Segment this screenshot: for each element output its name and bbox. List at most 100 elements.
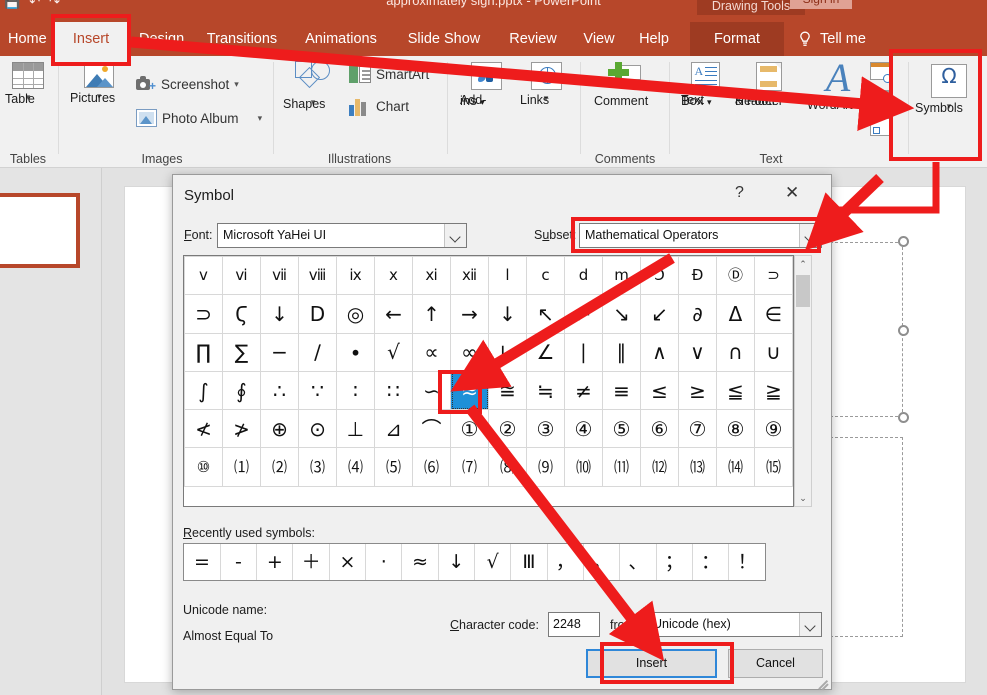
- symbol-cell[interactable]: ⅶ: [260, 255, 299, 296]
- symbol-cell[interactable]: ∣: [564, 332, 603, 372]
- symbol-cell[interactable]: ∏: [184, 332, 223, 372]
- symbol-cell[interactable]: ⅴ: [184, 255, 223, 296]
- symbol-cell[interactable]: ⒀: [678, 447, 717, 487]
- chart-button[interactable]: Chart: [349, 96, 409, 116]
- symbol-cell[interactable]: ⅵ: [222, 255, 261, 296]
- symbol-cell[interactable]: ∮: [222, 370, 261, 411]
- recent-symbol-cell[interactable]: Ⅲ: [510, 544, 548, 580]
- symbol-cell[interactable]: ④: [564, 409, 603, 449]
- symbol-grid[interactable]: ⅴ ⅵ ⅶ ⅷ ⅸ ⅹ ⅺ ⅻ ⅼ ⅽ ⅾ ⅿ Ↄ Ð Ⓓ ⊃ ⊃ Ϛ ↓ Ⅾ ◎ ← ↑ → ↓ ↖ ↗ ↘ ↙ ∂ Δ ∈ ∏ ∑ − ∕ ∙ √ ∝ ∞…: [183, 255, 794, 507]
- shapes-button[interactable]: Shapes ▾: [283, 60, 343, 111]
- sign-in-button[interactable]: Sign in: [790, 0, 852, 9]
- symbol-cell[interactable]: ⒁: [716, 447, 755, 487]
- text-box-button[interactable]: A Text Box ▾: [681, 62, 729, 108]
- symbol-cell[interactable]: Ⓓ: [716, 255, 755, 296]
- slide-thumbnail-1[interactable]: [0, 193, 80, 268]
- symbol-cell[interactable]: ∩: [716, 332, 755, 372]
- recent-symbol-cell[interactable]: -: [219, 544, 257, 580]
- symbol-cell[interactable]: ∠: [526, 332, 565, 372]
- slide-number-button[interactable]: [870, 90, 890, 113]
- symbol-cell[interactable]: ⅹ: [374, 255, 413, 296]
- symbol-cell[interactable]: ≒: [526, 370, 565, 411]
- wordart-button[interactable]: A WordArt ▾: [807, 58, 869, 113]
- resize-handle-middle-right[interactable]: [898, 325, 909, 336]
- symbol-cell[interactable]: ↙: [640, 294, 679, 334]
- symbol-cell[interactable]: ②: [488, 409, 527, 449]
- symbol-cell[interactable]: −: [260, 332, 299, 372]
- symbol-cell[interactable]: ⑹: [412, 447, 451, 487]
- symbol-cell[interactable]: ⊥: [336, 409, 375, 449]
- symbol-cell[interactable]: ∶: [336, 370, 375, 411]
- symbol-cell[interactable]: ←: [374, 294, 413, 334]
- symbol-cell[interactable]: ∨: [678, 332, 717, 372]
- symbol-cell[interactable]: ⑥: [640, 409, 679, 449]
- close-icon[interactable]: ✕: [785, 183, 799, 203]
- symbol-cell[interactable]: ↓: [488, 294, 527, 334]
- recent-symbol-cell[interactable]: 。: [582, 544, 620, 580]
- symbol-cell[interactable]: →: [450, 294, 489, 334]
- recent-symbols-table[interactable]: = - + ＋ × · ≈ ↓ √ Ⅲ，。、；：！: [184, 544, 765, 580]
- dialog-resize-grip[interactable]: [817, 675, 829, 691]
- symbol-cell[interactable]: ⊃: [184, 294, 223, 334]
- symbol-cell[interactable]: ↖: [526, 294, 565, 334]
- tab-animations[interactable]: Animations: [294, 22, 388, 56]
- symbol-cell[interactable]: ≠: [564, 370, 603, 411]
- symbol-cell[interactable]: ⌒: [412, 409, 451, 449]
- symbol-cell[interactable]: ⊃: [754, 255, 793, 296]
- symbol-cell[interactable]: ⑾: [602, 447, 641, 487]
- symbol-cell[interactable]: ⑼: [526, 447, 565, 487]
- symbol-cell[interactable]: ⑵: [260, 447, 299, 487]
- scroll-up-arrow-icon[interactable]: ⌃: [795, 256, 811, 272]
- symbol-cell[interactable]: Ð: [678, 255, 717, 296]
- recent-symbol-cell[interactable]: ：: [691, 544, 729, 580]
- symbol-cell[interactable]: ∕: [298, 332, 337, 372]
- symbol-cell[interactable]: ∷: [374, 370, 413, 411]
- symbol-cell[interactable]: ⑶: [298, 447, 337, 487]
- recent-symbol-cell[interactable]: 、: [619, 544, 657, 580]
- symbol-cell[interactable]: ↑: [412, 294, 451, 334]
- symbol-cell[interactable]: ↘: [602, 294, 641, 334]
- symbol-cell[interactable]: ⑿: [640, 447, 679, 487]
- symbol-cell[interactable]: ⊿: [374, 409, 413, 449]
- tab-home[interactable]: Home: [0, 22, 50, 56]
- recent-symbols-box[interactable]: = - + ＋ × · ≈ ↓ √ Ⅲ，。、；：！: [183, 543, 766, 581]
- links-button[interactable]: Links ▾: [520, 62, 572, 107]
- symbol-grid-scrollbar[interactable]: ⌃ ⌄: [794, 255, 812, 507]
- symbol-cell[interactable]: ⅾ: [564, 255, 603, 296]
- symbol-cell[interactable]: ⑤: [602, 409, 641, 449]
- symbol-cell[interactable]: ⊙: [298, 409, 337, 449]
- recent-symbol-cell[interactable]: +: [256, 544, 293, 580]
- symbol-cell[interactable]: ↗: [564, 294, 603, 334]
- symbol-cell[interactable]: ≮: [184, 409, 223, 449]
- tab-slide-show[interactable]: Slide Show: [396, 22, 492, 56]
- symbol-cell[interactable]: Ↄ: [640, 255, 679, 296]
- symbol-cell[interactable]: ∪: [754, 332, 793, 372]
- symbol-cell[interactable]: ≤: [640, 370, 679, 411]
- symbol-cell[interactable]: ⑸: [374, 447, 413, 487]
- font-combobox[interactable]: Microsoft YaHei UI: [217, 223, 467, 248]
- cancel-button[interactable]: Cancel: [728, 649, 823, 678]
- tab-help[interactable]: Help: [630, 22, 678, 56]
- symbol-cell[interactable]: ⑽: [564, 447, 603, 487]
- add-ins-button[interactable]: Add- ins ▾: [460, 62, 512, 108]
- symbol-cell[interactable]: ⑺: [450, 447, 489, 487]
- symbol-cell[interactable]: ∝: [412, 332, 451, 372]
- symbol-cell[interactable]: ⑷: [336, 447, 375, 487]
- tab-format[interactable]: Format: [690, 22, 784, 56]
- scroll-down-arrow-icon[interactable]: ⌄: [795, 490, 811, 506]
- symbol-cell[interactable]: ∵: [298, 370, 337, 411]
- pictures-button[interactable]: Pictures ▾: [70, 62, 128, 105]
- symbol-cell[interactable]: ⅺ: [412, 255, 451, 296]
- symbol-cell[interactable]: ∑: [222, 332, 261, 372]
- from-combobox[interactable]: Unicode (hex): [647, 612, 822, 637]
- recent-symbol-cell[interactable]: ·: [365, 544, 402, 580]
- symbol-cell[interactable]: ≥: [678, 370, 717, 411]
- symbol-cell[interactable]: ⅿ: [602, 255, 641, 296]
- symbol-cell[interactable]: ≦: [716, 370, 755, 411]
- symbol-cell[interactable]: ◎: [336, 294, 375, 334]
- symbol-cell[interactable]: ⑦: [678, 409, 717, 449]
- symbol-cell[interactable]: Ⅾ: [298, 294, 337, 334]
- symbol-cell[interactable]: ⑴: [222, 447, 261, 487]
- symbol-cell[interactable]: ⅻ: [450, 255, 489, 296]
- symbol-cell[interactable]: ≡: [602, 370, 641, 411]
